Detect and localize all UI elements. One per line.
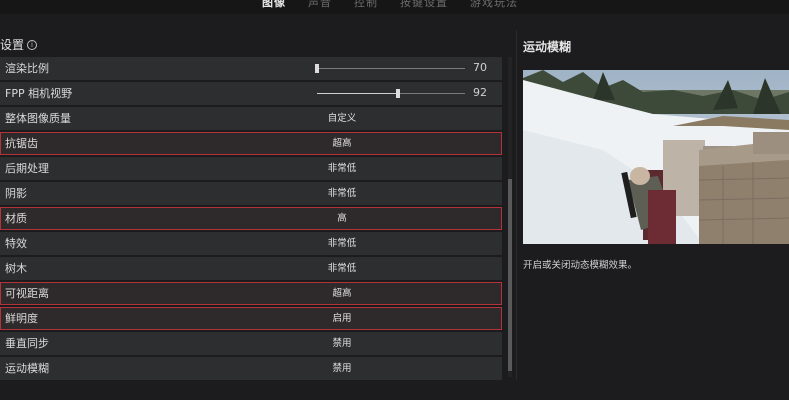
setting-value[interactable]: 非常低 — [292, 157, 392, 180]
settings-tabs: 图像 声音 控制 按键设置 游戏玩法 — [262, 0, 518, 10]
setting-row-vsync[interactable]: 垂直同步 禁用 — [0, 332, 502, 355]
tab-gameplay[interactable]: 游戏玩法 — [470, 0, 518, 10]
slider-value: 70 — [473, 61, 487, 74]
info-icon[interactable]: i — [27, 39, 38, 50]
panel-divider — [516, 30, 517, 380]
setting-row-effects[interactable]: 特效 非常低 — [0, 232, 502, 255]
detail-title: 运动模糊 — [523, 40, 572, 54]
fpp-fov-slider[interactable]: 92 — [317, 86, 487, 99]
slider-fill — [317, 93, 399, 94]
setting-row-textures[interactable]: 材质 高 — [0, 207, 502, 230]
setting-label: 抗锯齿 — [5, 137, 38, 150]
setting-value[interactable]: 禁用 — [292, 357, 392, 380]
section-title: 设置 i — [0, 36, 38, 53]
setting-label: 可视距离 — [5, 287, 49, 300]
setting-row-sharpen[interactable]: 鲜明度 启用 — [0, 307, 502, 330]
detail-description: 开启或关闭动态模糊效果。 — [523, 260, 638, 271]
setting-row-foliage[interactable]: 树木 非常低 — [0, 257, 502, 280]
setting-label: FPP 相机视野 — [5, 87, 73, 100]
render-scale-slider[interactable]: 70 — [315, 61, 487, 74]
section-title-text: 设置 — [0, 38, 25, 52]
setting-value[interactable]: 启用 — [292, 307, 392, 330]
preview-scene — [523, 70, 789, 244]
setting-value[interactable]: 禁用 — [292, 332, 392, 355]
setting-row-shadows[interactable]: 阴影 非常低 — [0, 182, 502, 205]
setting-value[interactable]: 自定义 — [292, 107, 392, 130]
setting-value[interactable]: 超高 — [292, 132, 392, 155]
setting-label: 后期处理 — [5, 162, 49, 175]
setting-label: 鲜明度 — [5, 312, 38, 325]
setting-row-render-scale[interactable]: 渲染比例 70 — [0, 57, 502, 80]
preview-image — [523, 70, 789, 244]
tab-control[interactable]: 控制 — [354, 0, 378, 10]
setting-row-motion-blur[interactable]: 运动模糊 禁用 — [0, 357, 502, 380]
slider-thumb[interactable] — [396, 89, 401, 98]
setting-label: 阴影 — [5, 187, 27, 200]
setting-row-fpp-fov[interactable]: FPP 相机视野 92 — [0, 82, 502, 105]
setting-value[interactable]: 超高 — [292, 282, 392, 305]
slider-value: 92 — [473, 86, 487, 99]
tab-graphics[interactable]: 图像 — [262, 0, 286, 10]
setting-value[interactable]: 非常低 — [292, 257, 392, 280]
scrollbar-thumb[interactable] — [508, 179, 512, 371]
tab-sound[interactable]: 声音 — [308, 0, 332, 10]
setting-label: 树木 — [5, 262, 27, 275]
settings-list: 渲染比例 70 FPP 相机视野 92 整体图像质量 自定义 抗锯齿 超高 后期… — [0, 57, 502, 382]
setting-label: 整体图像质量 — [5, 112, 71, 125]
setting-value[interactable]: 高 — [292, 207, 392, 230]
setting-value[interactable]: 非常低 — [292, 182, 392, 205]
setting-row-post-processing[interactable]: 后期处理 非常低 — [0, 157, 502, 180]
setting-value[interactable]: 非常低 — [292, 232, 392, 255]
setting-row-overall-quality[interactable]: 整体图像质量 自定义 — [0, 107, 502, 130]
setting-label: 运动模糊 — [5, 362, 49, 375]
setting-row-anti-aliasing[interactable]: 抗锯齿 超高 — [0, 132, 502, 155]
setting-label: 垂直同步 — [5, 337, 49, 350]
setting-label: 特效 — [5, 237, 27, 250]
tab-keybindings[interactable]: 按键设置 — [400, 0, 448, 10]
settings-scrollbar[interactable] — [508, 57, 512, 377]
setting-row-view-distance[interactable]: 可视距离 超高 — [0, 282, 502, 305]
setting-label: 渲染比例 — [5, 62, 49, 75]
slider-thumb[interactable] — [315, 64, 319, 73]
setting-label: 材质 — [5, 212, 27, 225]
